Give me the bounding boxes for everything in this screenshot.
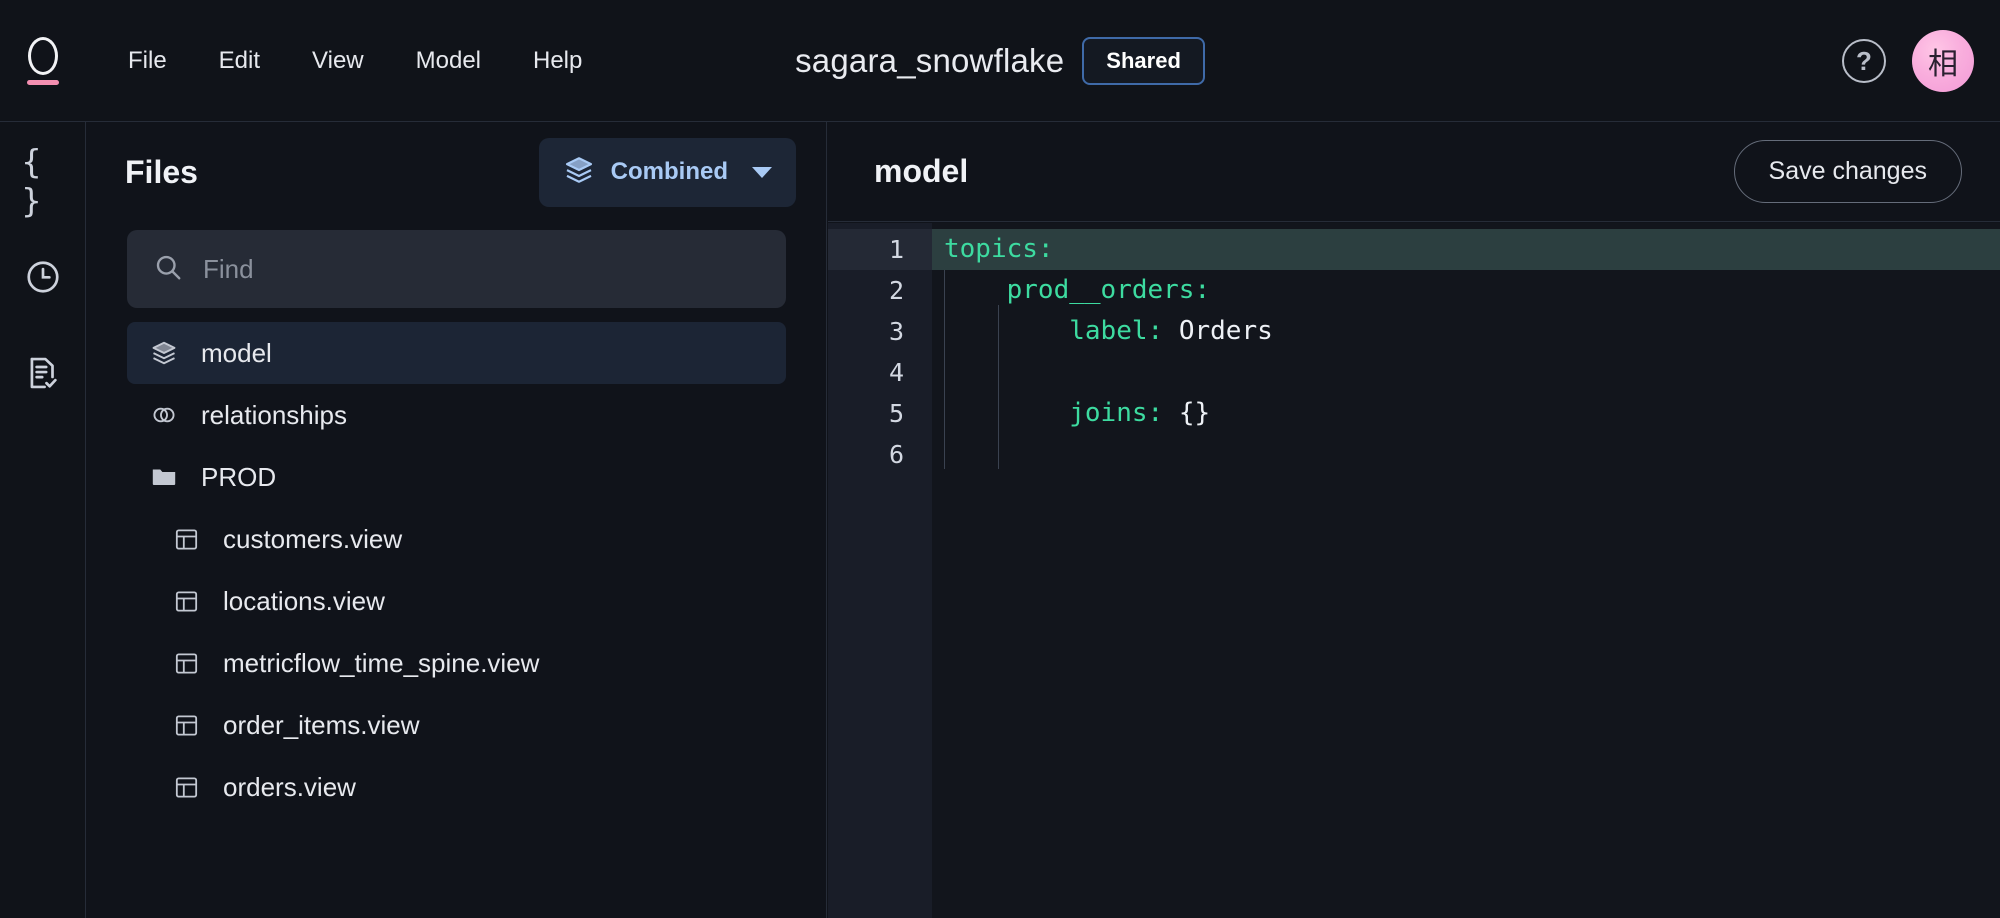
document-check-icon[interactable] bbox=[22, 352, 64, 394]
yaml-key: topics bbox=[944, 234, 1038, 264]
yaml-separator: : bbox=[1147, 316, 1164, 346]
file-list-item-label: locations.view bbox=[223, 585, 385, 616]
code-line[interactable]: joins: {} bbox=[932, 393, 2000, 434]
file-list-item-prod-folder[interactable]: PROD bbox=[127, 446, 786, 508]
yaml-value: {} bbox=[1178, 398, 1211, 428]
yaml-separator: : bbox=[1147, 398, 1164, 428]
chevron-down-icon bbox=[752, 166, 772, 178]
editor-gutter: 1 2 3 4 5 6 bbox=[828, 223, 932, 918]
curly-braces-icon[interactable]: { } bbox=[22, 142, 64, 220]
table-grid-icon bbox=[171, 648, 201, 678]
search-container bbox=[87, 222, 826, 308]
editor-file-title: model bbox=[874, 153, 969, 189]
search-icon bbox=[153, 252, 183, 287]
yaml-key: prod__orders bbox=[1006, 275, 1195, 305]
code-line[interactable] bbox=[932, 434, 2000, 475]
menu-item-help[interactable]: Help bbox=[507, 37, 608, 85]
menu-item-view[interactable]: View bbox=[286, 37, 390, 85]
yaml-value: Orders bbox=[1178, 316, 1273, 346]
line-number: 6 bbox=[888, 440, 904, 469]
file-list-item-customers-view[interactable]: customers.view bbox=[127, 508, 786, 570]
yaml-separator: : bbox=[1037, 234, 1054, 264]
file-list-item-relationships[interactable]: relationships bbox=[127, 384, 786, 446]
file-list-item-label: order_items.view bbox=[223, 709, 420, 740]
editor-panel: model Save changes 1 2 3 4 5 6 topics: p… bbox=[828, 122, 2000, 918]
combined-mode-label: Combined bbox=[610, 158, 728, 185]
menu-item-model[interactable]: Model bbox=[390, 37, 507, 85]
menu-item-file[interactable]: File bbox=[102, 37, 193, 85]
file-list-item-label: metricflow_time_spine.view bbox=[223, 647, 540, 678]
status-badge-shared[interactable]: Shared bbox=[1082, 37, 1205, 85]
search-box[interactable] bbox=[127, 230, 786, 308]
file-list-item-locations-view[interactable]: locations.view bbox=[127, 570, 786, 632]
table-grid-icon bbox=[171, 586, 201, 616]
avatar[interactable]: 相 bbox=[1912, 30, 1974, 92]
menu-item-edit[interactable]: Edit bbox=[193, 37, 286, 85]
table-grid-icon bbox=[171, 710, 201, 740]
file-list: model relationships PROD customers.view … bbox=[87, 308, 826, 818]
line-number: 5 bbox=[888, 399, 904, 428]
table-grid-icon bbox=[171, 772, 201, 802]
yaml-key: label bbox=[1069, 316, 1148, 346]
combined-mode-dropdown[interactable]: Combined bbox=[538, 137, 796, 207]
line-number: 1 bbox=[828, 229, 932, 270]
folder-icon bbox=[149, 462, 179, 492]
save-changes-button[interactable]: Save changes bbox=[1733, 140, 1962, 203]
file-list-item-label: relationships bbox=[201, 399, 347, 430]
link-chain-icon bbox=[149, 400, 179, 430]
left-icon-rail: { } bbox=[0, 122, 86, 918]
search-input[interactable] bbox=[203, 253, 760, 285]
file-list-item-label: orders.view bbox=[223, 771, 356, 802]
file-list-item-order-items-view[interactable]: order_items.view bbox=[127, 694, 786, 756]
omni-o-logo-icon bbox=[28, 36, 58, 75]
yaml-separator: : bbox=[1194, 275, 1211, 305]
code-line[interactable]: prod__orders: bbox=[932, 270, 2000, 311]
yaml-key: joins bbox=[1069, 398, 1148, 428]
table-grid-icon bbox=[171, 524, 201, 554]
logo-accent-underline bbox=[27, 79, 59, 85]
code-line[interactable] bbox=[932, 352, 2000, 393]
help-circle-icon[interactable]: ? bbox=[1842, 39, 1886, 83]
code-lines[interactable]: topics: prod__orders: label: Orders join… bbox=[932, 223, 2000, 918]
file-list-item-model[interactable]: model bbox=[127, 322, 786, 384]
file-list-item-label: customers.view bbox=[223, 523, 403, 554]
file-list-item-label: PROD bbox=[201, 461, 277, 492]
files-panel-header: Files Combined bbox=[87, 122, 826, 222]
top-right-actions: ? 相 bbox=[1842, 0, 1974, 122]
menu-bar: File Edit View Model Help bbox=[102, 37, 608, 85]
top-menu-bar: File Edit View Model Help sagara_snowfla… bbox=[0, 0, 2000, 122]
line-number: 4 bbox=[888, 358, 904, 387]
file-list-item-orders-view[interactable]: orders.view bbox=[127, 756, 786, 818]
editor-header: model Save changes bbox=[828, 122, 2000, 222]
file-list-item-metricflow-time-spine-view[interactable]: metricflow_time_spine.view bbox=[127, 632, 786, 694]
line-number: 2 bbox=[888, 276, 904, 305]
app-logo[interactable] bbox=[0, 0, 86, 122]
line-number: 3 bbox=[888, 317, 904, 346]
code-editor[interactable]: 1 2 3 4 5 6 topics: prod__orders: label:… bbox=[828, 223, 2000, 918]
files-panel: Files Combined Find model relationships … bbox=[87, 122, 827, 918]
clock-history-icon[interactable] bbox=[22, 256, 64, 298]
code-line[interactable]: topics: bbox=[932, 229, 2000, 270]
files-heading: Files bbox=[125, 153, 198, 190]
code-line[interactable]: label: Orders bbox=[932, 311, 2000, 352]
page-title[interactable]: sagara_snowflake bbox=[795, 42, 1064, 80]
file-list-item-label: model bbox=[201, 337, 272, 368]
layers-stack-icon bbox=[563, 154, 595, 191]
layers-stack-icon bbox=[149, 338, 179, 368]
